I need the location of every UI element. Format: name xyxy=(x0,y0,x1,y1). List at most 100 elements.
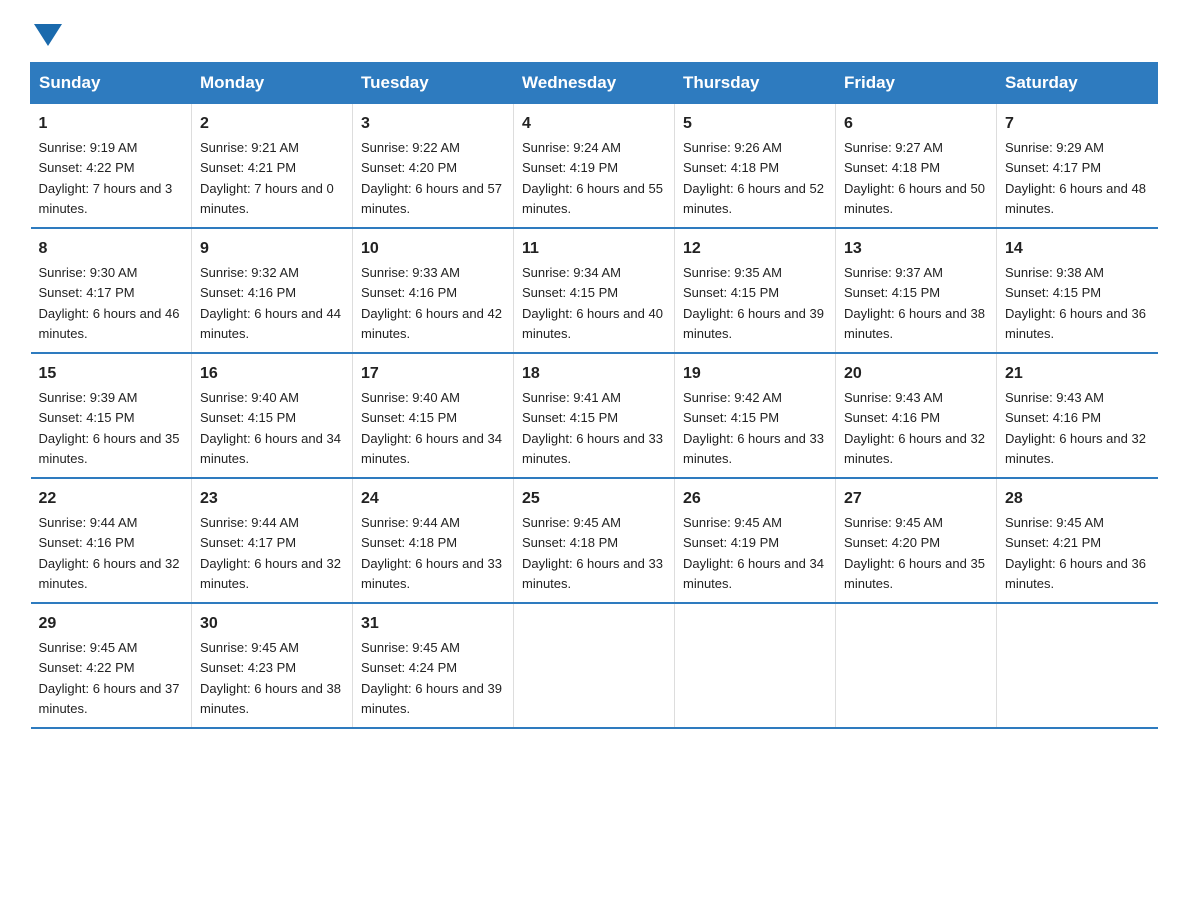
day-info: Sunrise: 9:45 AMSunset: 4:19 PMDaylight:… xyxy=(683,515,824,591)
day-info: Sunrise: 9:42 AMSunset: 4:15 PMDaylight:… xyxy=(683,390,824,466)
day-info: Sunrise: 9:21 AMSunset: 4:21 PMDaylight:… xyxy=(200,140,334,216)
week-row-5: 29 Sunrise: 9:45 AMSunset: 4:22 PMDayligh… xyxy=(31,603,1158,728)
calendar-cell: 20 Sunrise: 9:43 AMSunset: 4:16 PMDayligh… xyxy=(836,353,997,478)
day-number: 4 xyxy=(522,112,666,136)
calendar-cell: 28 Sunrise: 9:45 AMSunset: 4:21 PMDayligh… xyxy=(997,478,1158,603)
calendar-cell: 11Sunrise: 9:34 AMSunset: 4:15 PMDayligh… xyxy=(514,228,675,353)
day-info: Sunrise: 9:40 AMSunset: 4:15 PMDaylight:… xyxy=(361,390,502,466)
calendar-cell: 5 Sunrise: 9:26 AMSunset: 4:18 PMDaylight… xyxy=(675,104,836,229)
calendar-cell: 17Sunrise: 9:40 AMSunset: 4:15 PMDayligh… xyxy=(353,353,514,478)
header-thursday: Thursday xyxy=(675,63,836,104)
calendar-cell xyxy=(836,603,997,728)
day-info: Sunrise: 9:22 AMSunset: 4:20 PMDaylight:… xyxy=(361,140,502,216)
day-number: 18 xyxy=(522,362,666,386)
calendar-cell: 24Sunrise: 9:44 AMSunset: 4:18 PMDayligh… xyxy=(353,478,514,603)
day-info: Sunrise: 9:45 AMSunset: 4:24 PMDaylight:… xyxy=(361,640,502,716)
page-header xyxy=(30,20,1158,42)
day-number: 20 xyxy=(844,362,988,386)
calendar-cell: 10 Sunrise: 9:33 AMSunset: 4:16 PMDayligh… xyxy=(353,228,514,353)
day-number: 29 xyxy=(39,612,184,636)
day-number: 2 xyxy=(200,112,344,136)
calendar-cell: 9 Sunrise: 9:32 AMSunset: 4:16 PMDaylight… xyxy=(192,228,353,353)
week-row-2: 8Sunrise: 9:30 AMSunset: 4:17 PMDaylight… xyxy=(31,228,1158,353)
day-number: 28 xyxy=(1005,487,1150,511)
day-number: 21 xyxy=(1005,362,1150,386)
header-sunday: Sunday xyxy=(31,63,192,104)
calendar-cell: 27 Sunrise: 9:45 AMSunset: 4:20 PMDayligh… xyxy=(836,478,997,603)
day-info: Sunrise: 9:45 AMSunset: 4:18 PMDaylight:… xyxy=(522,515,663,591)
header-friday: Friday xyxy=(836,63,997,104)
calendar-cell: 19 Sunrise: 9:42 AMSunset: 4:15 PMDayligh… xyxy=(675,353,836,478)
calendar-cell xyxy=(997,603,1158,728)
calendar-cell: 2 Sunrise: 9:21 AMSunset: 4:21 PMDaylight… xyxy=(192,104,353,229)
calendar-cell: 30Sunrise: 9:45 AMSunset: 4:23 PMDayligh… xyxy=(192,603,353,728)
calendar-cell: 23Sunrise: 9:44 AMSunset: 4:17 PMDayligh… xyxy=(192,478,353,603)
day-info: Sunrise: 9:26 AMSunset: 4:18 PMDaylight:… xyxy=(683,140,824,216)
header-tuesday: Tuesday xyxy=(353,63,514,104)
day-number: 6 xyxy=(844,112,988,136)
calendar-cell xyxy=(514,603,675,728)
calendar-cell: 3 Sunrise: 9:22 AMSunset: 4:20 PMDaylight… xyxy=(353,104,514,229)
day-number: 15 xyxy=(39,362,184,386)
calendar-cell: 12Sunrise: 9:35 AMSunset: 4:15 PMDayligh… xyxy=(675,228,836,353)
calendar-table: SundayMondayTuesdayWednesdayThursdayFrid… xyxy=(30,62,1158,729)
calendar-cell: 15 Sunrise: 9:39 AMSunset: 4:15 PMDayligh… xyxy=(31,353,192,478)
day-number: 8 xyxy=(39,237,184,261)
day-info: Sunrise: 9:45 AMSunset: 4:20 PMDaylight:… xyxy=(844,515,985,591)
day-number: 16 xyxy=(200,362,344,386)
calendar-cell: 7 Sunrise: 9:29 AMSunset: 4:17 PMDaylight… xyxy=(997,104,1158,229)
calendar-cell: 25 Sunrise: 9:45 AMSunset: 4:18 PMDayligh… xyxy=(514,478,675,603)
calendar-cell: 16Sunrise: 9:40 AMSunset: 4:15 PMDayligh… xyxy=(192,353,353,478)
day-number: 27 xyxy=(844,487,988,511)
calendar-cell: 13Sunrise: 9:37 AMSunset: 4:15 PMDayligh… xyxy=(836,228,997,353)
day-info: Sunrise: 9:38 AMSunset: 4:15 PMDaylight:… xyxy=(1005,265,1146,341)
calendar-cell: 18 Sunrise: 9:41 AMSunset: 4:15 PMDayligh… xyxy=(514,353,675,478)
day-info: Sunrise: 9:39 AMSunset: 4:15 PMDaylight:… xyxy=(39,390,180,466)
calendar-cell: 31 Sunrise: 9:45 AMSunset: 4:24 PMDayligh… xyxy=(353,603,514,728)
day-number: 22 xyxy=(39,487,184,511)
day-info: Sunrise: 9:29 AMSunset: 4:17 PMDaylight:… xyxy=(1005,140,1146,216)
day-number: 9 xyxy=(200,237,344,261)
day-info: Sunrise: 9:41 AMSunset: 4:15 PMDaylight:… xyxy=(522,390,663,466)
day-number: 24 xyxy=(361,487,505,511)
day-info: Sunrise: 9:24 AMSunset: 4:19 PMDaylight:… xyxy=(522,140,663,216)
day-number: 5 xyxy=(683,112,827,136)
logo-arrow-icon xyxy=(34,24,62,46)
calendar-cell: 8Sunrise: 9:30 AMSunset: 4:17 PMDaylight… xyxy=(31,228,192,353)
day-number: 30 xyxy=(200,612,344,636)
header-wednesday: Wednesday xyxy=(514,63,675,104)
calendar-cell: 4 Sunrise: 9:24 AMSunset: 4:19 PMDaylight… xyxy=(514,104,675,229)
day-info: Sunrise: 9:45 AMSunset: 4:22 PMDaylight:… xyxy=(39,640,180,716)
day-number: 3 xyxy=(361,112,505,136)
calendar-cell: 29 Sunrise: 9:45 AMSunset: 4:22 PMDayligh… xyxy=(31,603,192,728)
header-monday: Monday xyxy=(192,63,353,104)
week-row-3: 15 Sunrise: 9:39 AMSunset: 4:15 PMDayligh… xyxy=(31,353,1158,478)
day-number: 7 xyxy=(1005,112,1150,136)
day-info: Sunrise: 9:32 AMSunset: 4:16 PMDaylight:… xyxy=(200,265,341,341)
day-number: 25 xyxy=(522,487,666,511)
day-info: Sunrise: 9:33 AMSunset: 4:16 PMDaylight:… xyxy=(361,265,502,341)
day-info: Sunrise: 9:44 AMSunset: 4:16 PMDaylight:… xyxy=(39,515,180,591)
day-number: 10 xyxy=(361,237,505,261)
day-info: Sunrise: 9:45 AMSunset: 4:21 PMDaylight:… xyxy=(1005,515,1146,591)
day-info: Sunrise: 9:19 AMSunset: 4:22 PMDaylight:… xyxy=(39,140,173,216)
week-row-1: 1Sunrise: 9:19 AMSunset: 4:22 PMDaylight… xyxy=(31,104,1158,229)
calendar-header-row: SundayMondayTuesdayWednesdayThursdayFrid… xyxy=(31,63,1158,104)
calendar-cell: 22 Sunrise: 9:44 AMSunset: 4:16 PMDayligh… xyxy=(31,478,192,603)
day-info: Sunrise: 9:27 AMSunset: 4:18 PMDaylight:… xyxy=(844,140,985,216)
day-number: 23 xyxy=(200,487,344,511)
day-number: 26 xyxy=(683,487,827,511)
header-saturday: Saturday xyxy=(997,63,1158,104)
day-info: Sunrise: 9:43 AMSunset: 4:16 PMDaylight:… xyxy=(844,390,985,466)
day-number: 31 xyxy=(361,612,505,636)
day-info: Sunrise: 9:43 AMSunset: 4:16 PMDaylight:… xyxy=(1005,390,1146,466)
day-number: 14 xyxy=(1005,237,1150,261)
day-number: 12 xyxy=(683,237,827,261)
day-number: 19 xyxy=(683,362,827,386)
calendar-cell: 14 Sunrise: 9:38 AMSunset: 4:15 PMDayligh… xyxy=(997,228,1158,353)
day-number: 11 xyxy=(522,237,666,261)
calendar-cell: 1Sunrise: 9:19 AMSunset: 4:22 PMDaylight… xyxy=(31,104,192,229)
calendar-cell: 6 Sunrise: 9:27 AMSunset: 4:18 PMDaylight… xyxy=(836,104,997,229)
calendar-cell: 26 Sunrise: 9:45 AMSunset: 4:19 PMDayligh… xyxy=(675,478,836,603)
logo xyxy=(30,20,62,42)
